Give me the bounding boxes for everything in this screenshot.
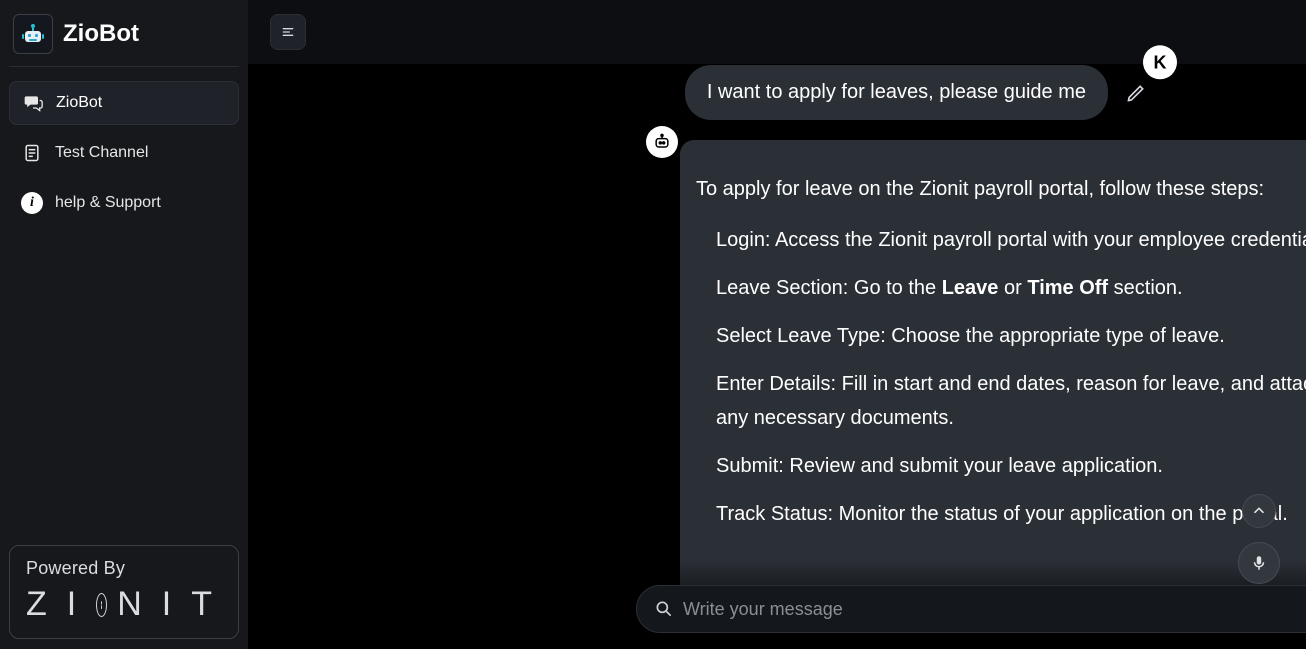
step-item: Submit: Review and submit your leave app… <box>716 449 1306 483</box>
sidebar-item-help-support[interactable]: i help & Support <box>9 181 239 225</box>
powered-by-company: ZINIT <box>26 585 222 624</box>
menu-toggle-button[interactable] <box>270 14 306 50</box>
bot-avatar <box>646 126 678 158</box>
bot-response-steps: Login: Access the Zionit payroll portal … <box>696 223 1306 531</box>
powered-by-card: Powered By ZINIT <box>9 545 239 639</box>
floating-actions <box>1238 494 1280 584</box>
main: K I want to apply for leaves, please gui… <box>248 0 1306 649</box>
step-item: Track Status: Monitor the status of your… <box>716 497 1306 531</box>
user-message-row: I want to apply for leaves, please guide… <box>685 65 1148 120</box>
search-icon <box>653 598 675 620</box>
sidebar-item-label: Test Channel <box>55 144 148 162</box>
bot-response-card: To apply for leave on the Zionit payroll… <box>680 140 1306 600</box>
user-message-bubble: I want to apply for leaves, please guide… <box>685 65 1108 120</box>
sidebar: ZioBot ZioBot Test Channel i help & Supp… <box>0 0 248 649</box>
sidebar-item-test-channel[interactable]: Test Channel <box>9 131 239 175</box>
sidebar-item-ziobot[interactable]: ZioBot <box>9 81 239 125</box>
step-item: Login: Access the Zionit payroll portal … <box>716 223 1306 257</box>
chat-area: K I want to apply for leaves, please gui… <box>248 64 1306 649</box>
info-icon: i <box>21 192 43 214</box>
brand: ZioBot <box>9 10 239 67</box>
step-item: Enter Details: Fill in start and end dat… <box>716 367 1306 435</box>
chat-bubbles-icon <box>22 92 44 114</box>
globe-dots-icon <box>96 593 107 617</box>
voice-record-button[interactable] <box>1238 542 1280 584</box>
document-lines-icon <box>21 142 43 164</box>
brand-name: ZioBot <box>63 20 139 48</box>
scroll-up-button[interactable] <box>1242 494 1276 528</box>
user-avatar: K <box>1143 45 1177 79</box>
powered-by-label: Powered By <box>26 558 222 579</box>
sidebar-item-label: ZioBot <box>56 94 102 112</box>
brand-logo-icon <box>13 14 53 54</box>
message-composer <box>636 585 1306 633</box>
message-input[interactable] <box>683 599 1306 620</box>
bot-response-heading: To apply for leave on the Zionit payroll… <box>696 178 1306 201</box>
sidebar-item-label: help & Support <box>55 194 161 212</box>
edit-message-button[interactable] <box>1124 81 1148 105</box>
step-item: Leave Section: Go to the Leave or Time O… <box>716 271 1306 305</box>
step-item: Select Leave Type: Choose the appropriat… <box>716 319 1306 353</box>
